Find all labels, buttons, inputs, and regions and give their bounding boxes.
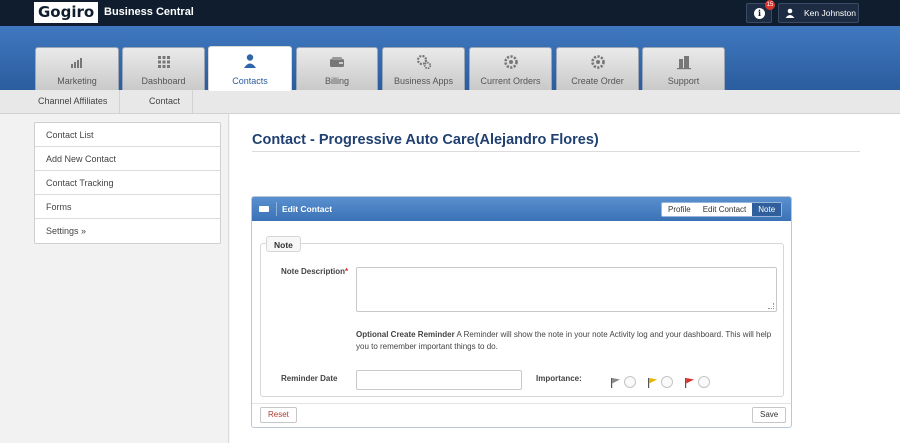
tab-label: Create Order bbox=[571, 76, 624, 86]
tab-label: Marketing bbox=[57, 76, 97, 86]
panel-header: Edit Contact Profile Edit Contact Note bbox=[252, 197, 791, 221]
tab-label: Current Orders bbox=[480, 76, 541, 86]
sidebar-menu: Contact List Add New Contact Contact Tra… bbox=[34, 122, 221, 244]
sub-nav: Channel Affiliates Contact bbox=[0, 90, 900, 114]
subnav-channel-affiliates[interactable]: Channel Affiliates bbox=[26, 90, 121, 113]
note-description-label-text: Note Description bbox=[281, 267, 346, 276]
note-section-title: Note bbox=[266, 236, 301, 252]
panel-tab-note[interactable]: Note bbox=[752, 203, 782, 216]
importance-high-radio[interactable] bbox=[698, 376, 710, 388]
tab-contacts[interactable]: Contacts bbox=[208, 46, 292, 91]
main-nav: Marketing Dashboard Contacts Billing Bus… bbox=[0, 26, 900, 91]
bar-chart-icon bbox=[71, 58, 82, 68]
card-icon bbox=[259, 206, 269, 212]
user-name: Ken Johnston bbox=[804, 8, 856, 18]
reminder-hint-title: Optional Create Reminder bbox=[356, 330, 455, 339]
sidebar-item-contact-tracking[interactable]: Contact Tracking bbox=[35, 171, 220, 195]
tab-marketing[interactable]: Marketing bbox=[35, 47, 119, 90]
importance-options bbox=[610, 376, 721, 388]
gear-icon bbox=[503, 55, 518, 69]
person-icon bbox=[244, 54, 256, 68]
edit-contact-panel: Edit Contact Profile Edit Contact Note N… bbox=[251, 196, 792, 428]
sidebar-item-contact-list[interactable]: Contact List bbox=[35, 123, 220, 147]
panel-tabs: Profile Edit Contact Note bbox=[661, 202, 783, 217]
grid-icon bbox=[157, 56, 170, 68]
reminder-date-input[interactable] bbox=[356, 370, 522, 390]
tab-dashboard[interactable]: Dashboard bbox=[122, 47, 205, 90]
header-separator bbox=[276, 202, 277, 216]
wallet-icon bbox=[330, 57, 344, 67]
user-icon bbox=[785, 8, 795, 18]
notification-badge: 15 bbox=[765, 0, 775, 10]
note-description-input[interactable] bbox=[356, 267, 777, 312]
yellow-flag-icon bbox=[648, 377, 657, 388]
importance-medium-radio[interactable] bbox=[661, 376, 673, 388]
sidebar-item-forms[interactable]: Forms bbox=[35, 195, 220, 219]
main-content: Contact - Progressive Auto Care(Alejandr… bbox=[230, 114, 900, 443]
notifications-button[interactable]: i 15 bbox=[746, 0, 775, 23]
tab-create-order[interactable]: Create Order bbox=[556, 47, 639, 90]
panel-footer: Reset Save bbox=[252, 403, 791, 427]
importance-label: Importance: bbox=[536, 374, 582, 383]
panel-tab-edit-contact[interactable]: Edit Contact bbox=[697, 203, 753, 216]
page-title: Contact - Progressive Auto Care(Alejandr… bbox=[252, 132, 599, 148]
building-icon bbox=[676, 56, 691, 70]
top-bar: Gogiro Business Central i 15 Ken Johnsto… bbox=[0, 0, 900, 26]
save-button[interactable]: Save bbox=[752, 407, 787, 423]
logo[interactable]: Gogiro bbox=[34, 2, 99, 23]
user-menu-button[interactable]: Ken Johnston bbox=[778, 3, 859, 23]
app-title: Business Central bbox=[104, 6, 194, 18]
reminder-date-label: Reminder Date bbox=[281, 374, 338, 383]
gears-icon bbox=[416, 54, 431, 70]
note-description-label: Note Description* bbox=[281, 267, 348, 276]
note-fieldset: Note Note Description* Optional Create R… bbox=[260, 236, 784, 397]
info-icon: i bbox=[754, 8, 765, 19]
resize-handle[interactable] bbox=[768, 303, 774, 309]
sidebar-item-settings[interactable]: Settings » bbox=[35, 219, 220, 243]
title-divider bbox=[252, 151, 860, 152]
tab-label: Billing bbox=[324, 76, 349, 86]
tab-support[interactable]: Support bbox=[642, 47, 725, 90]
reminder-hint: Optional Create Reminder A Reminder will… bbox=[356, 329, 777, 353]
tab-label: Business Apps bbox=[393, 76, 454, 86]
tab-label: Dashboard bbox=[141, 76, 186, 86]
panel-tab-profile[interactable]: Profile bbox=[662, 203, 697, 216]
gear-icon bbox=[590, 55, 605, 69]
tab-label: Support bbox=[667, 76, 700, 86]
tab-business-apps[interactable]: Business Apps bbox=[382, 47, 465, 90]
tab-billing[interactable]: Billing bbox=[296, 47, 378, 90]
sidebar: Contact List Add New Contact Contact Tra… bbox=[0, 114, 229, 443]
required-mark: * bbox=[345, 267, 349, 276]
reset-button[interactable]: Reset bbox=[260, 407, 297, 423]
subnav-contact[interactable]: Contact bbox=[137, 90, 194, 113]
importance-low-radio[interactable] bbox=[624, 376, 636, 388]
tab-current-orders[interactable]: Current Orders bbox=[469, 47, 552, 90]
gray-flag-icon bbox=[611, 377, 620, 388]
panel-title: Edit Contact bbox=[282, 204, 333, 214]
red-flag-icon bbox=[685, 377, 694, 388]
tab-label: Contacts bbox=[232, 76, 268, 86]
sidebar-item-add-new-contact[interactable]: Add New Contact bbox=[35, 147, 220, 171]
